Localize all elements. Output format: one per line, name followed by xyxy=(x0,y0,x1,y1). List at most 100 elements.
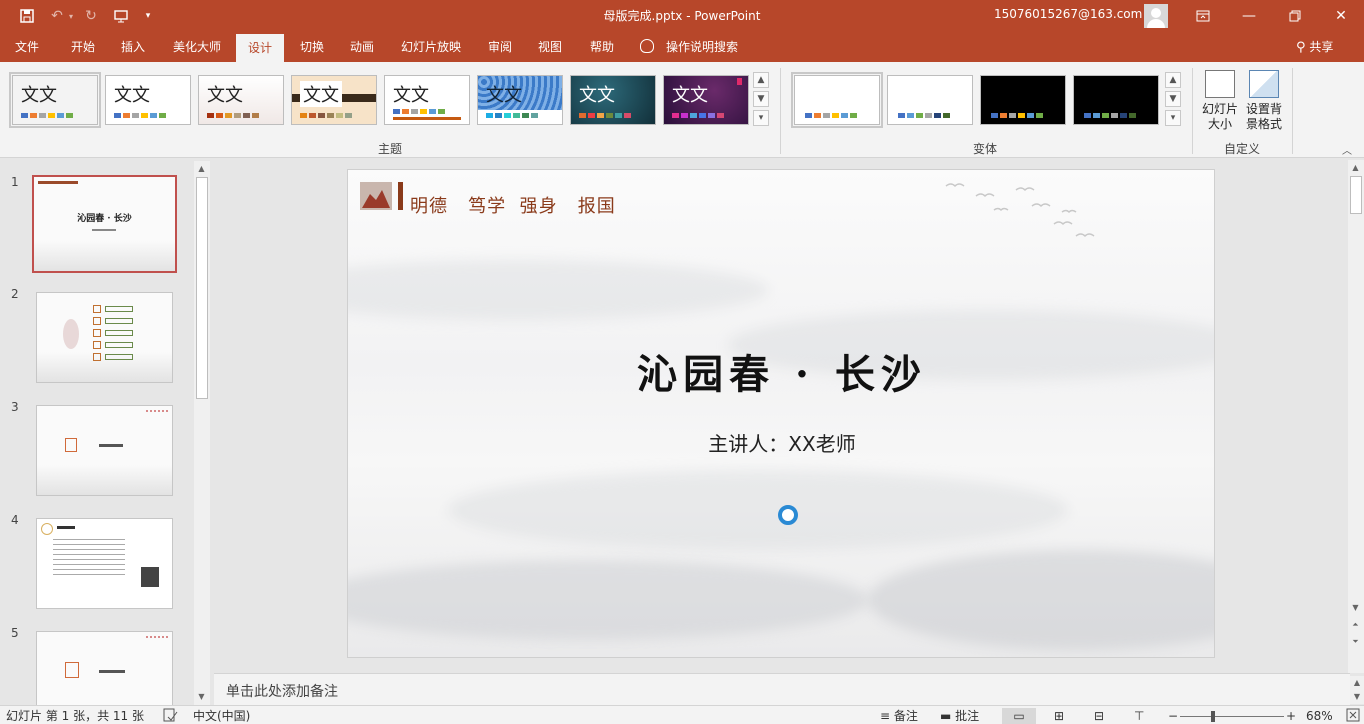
normal-view-button[interactable]: ▭ xyxy=(1002,708,1036,724)
tell-me-label: 操作说明搜索 xyxy=(666,40,739,54)
language[interactable]: 中文(中国) xyxy=(193,708,250,724)
tab-beautify-master[interactable]: 美化大师 xyxy=(164,32,230,62)
ribbon-design: 文文 文文 文文 文文 文文 文文 文文 文文 ▲ ▼ ▾ 主题 ▲ ▼ ▾ 变… xyxy=(0,62,1364,158)
theme-sample-text: 文文 xyxy=(114,85,150,106)
theme-office[interactable]: 文文 xyxy=(9,72,101,128)
zoom-level[interactable]: 68% xyxy=(1306,708,1333,724)
slide-thumbnail-2[interactable] xyxy=(36,292,173,383)
editor-scroll-up-icon[interactable]: ▲ xyxy=(1348,160,1363,175)
variants-scroll-down-icon[interactable]: ▼ xyxy=(1165,91,1181,107)
variants-group-label: 变体 xyxy=(972,142,997,156)
close-icon[interactable]: ✕ xyxy=(1318,0,1364,32)
tab-file[interactable]: 文件 xyxy=(4,32,50,62)
normal-view-icon: ▭ xyxy=(1013,709,1025,723)
slide-thumbnail-4[interactable] xyxy=(36,518,173,609)
tab-animations[interactable]: 动画 xyxy=(340,32,384,62)
tab-transitions[interactable]: 切换 xyxy=(290,32,334,62)
theme-7[interactable]: 文文 xyxy=(570,75,656,125)
tab-slideshow[interactable]: 幻灯片放映 xyxy=(394,32,468,62)
thumbnail-title: 沁园春 · 长沙 xyxy=(77,214,132,224)
reading-view-button[interactable]: ⊟ xyxy=(1094,708,1104,724)
editor-scrollbar[interactable] xyxy=(1348,160,1364,673)
theme-4[interactable]: 文文 xyxy=(291,75,377,125)
variants-more-icon[interactable]: ▾ xyxy=(1165,110,1181,126)
themes-more-icon[interactable]: ▾ xyxy=(753,110,769,126)
slide-thumbnail-1[interactable]: 沁园春 · 长沙 xyxy=(32,175,177,273)
account-name[interactable]: 15076015267@163.com xyxy=(994,7,1142,21)
zoom-out-button[interactable]: − xyxy=(1168,708,1178,724)
collapse-ribbon-icon[interactable]: ︿ xyxy=(1342,142,1352,157)
slide-sorter-icon: ⊞ xyxy=(1054,709,1065,723)
theme-sample-text: 文文 xyxy=(579,85,615,106)
comments-label: 批注 xyxy=(955,709,980,723)
variant-3[interactable] xyxy=(980,75,1066,125)
share-label: 共享 xyxy=(1309,40,1334,54)
theme-8[interactable]: 文文 xyxy=(663,75,749,125)
slide-sorter-button[interactable]: ⊞ xyxy=(1054,708,1064,724)
current-slide[interactable]: 明德 笃学 强身 报国 沁园春 · 长沙 主讲人：XX老师 xyxy=(347,169,1215,658)
restore-icon[interactable] xyxy=(1272,0,1318,32)
ribbon-display-options-icon[interactable] xyxy=(1180,0,1226,32)
slideshow-view-button[interactable]: ⊤ xyxy=(1134,708,1144,724)
school-motto: 明德 笃学 强身 报国 xyxy=(410,196,616,217)
tab-design[interactable]: 设计 xyxy=(236,34,284,62)
editor-scroll-down-icon[interactable]: ▼ xyxy=(1348,600,1363,615)
notes-scroll-icon[interactable]: ▲ ▼ xyxy=(1350,676,1364,704)
zoom-slider[interactable] xyxy=(1180,716,1284,717)
slide-number: 1 xyxy=(11,175,19,189)
slide-size-button[interactable]: 幻灯片大小 xyxy=(1198,70,1242,132)
share-button[interactable]: ⚲ 共享 xyxy=(1296,32,1333,62)
previous-slide-icon[interactable]: ⏶ xyxy=(1348,617,1363,632)
zoom-slider-thumb[interactable] xyxy=(1211,711,1215,722)
slide-number: 2 xyxy=(11,287,19,301)
format-background-label: 设置背景格式 xyxy=(1245,102,1282,131)
theme-2[interactable]: 文文 xyxy=(105,75,191,125)
variant-4[interactable] xyxy=(1073,75,1159,125)
slideshow-icon: ⊤ xyxy=(1134,709,1145,723)
tab-view[interactable]: 视图 xyxy=(528,32,572,62)
theme-sample-text: 文文 xyxy=(486,85,522,106)
thumbnails-scroll-up-icon[interactable]: ▲ xyxy=(194,161,209,176)
reading-view-icon: ⊟ xyxy=(1094,709,1105,723)
tell-me-search[interactable]: 操作说明搜索 xyxy=(640,32,738,62)
comments-button[interactable]: ▬ 批注 xyxy=(940,708,979,724)
format-background-icon xyxy=(1249,70,1279,98)
slide-size-label: 幻灯片大小 xyxy=(1201,102,1238,131)
notes-pane[interactable]: 单击此处添加备注 xyxy=(214,673,1350,705)
slide-title[interactable]: 沁园春 · 长沙 xyxy=(348,342,1214,400)
tab-insert[interactable]: 插入 xyxy=(110,32,156,62)
theme-sample-text: 文文 xyxy=(300,81,342,107)
minimize-icon[interactable]: — xyxy=(1226,0,1272,32)
variants-scroll-up-icon[interactable]: ▲ xyxy=(1165,72,1181,88)
person-icon: ⚲ xyxy=(1296,40,1306,55)
fit-slide-icon[interactable] xyxy=(1346,708,1360,724)
thumbnails-scroll-down-icon[interactable]: ▼ xyxy=(194,689,209,704)
slide-subtitle[interactable]: 主讲人：XX老师 xyxy=(348,428,1214,457)
title-bar: ↶ ▾ ↻ ▾ 母版完成.pptx - PowerPoint 150760152… xyxy=(0,0,1364,32)
editor-scroll-thumb[interactable] xyxy=(1350,176,1362,214)
tab-help[interactable]: 帮助 xyxy=(580,32,624,62)
tab-review[interactable]: 审阅 xyxy=(478,32,522,62)
theme-sample-text: 文文 xyxy=(21,85,57,106)
theme-3[interactable]: 文文 xyxy=(198,75,284,125)
slide-size-icon xyxy=(1205,70,1235,98)
customize-group-label: 自定义 xyxy=(1223,142,1260,156)
theme-6[interactable]: 文文 xyxy=(477,75,563,125)
comment-icon: ▬ xyxy=(940,709,952,723)
variant-1[interactable] xyxy=(791,72,883,128)
notes-toggle-button[interactable]: ≡ 备注 xyxy=(880,708,918,724)
zoom-in-button[interactable]: + xyxy=(1286,708,1296,724)
spell-check-icon[interactable] xyxy=(162,708,178,724)
themes-scroll-down-icon[interactable]: ▼ xyxy=(753,91,769,107)
theme-5[interactable]: 文文 xyxy=(384,75,470,125)
slide-thumbnail-3[interactable] xyxy=(36,405,173,496)
next-slide-icon[interactable]: ⏷ xyxy=(1348,634,1363,649)
thumbnails-scroll-thumb[interactable] xyxy=(196,177,208,399)
variant-2[interactable] xyxy=(887,75,973,125)
slide-thumbnail-5[interactable] xyxy=(36,631,173,711)
avatar[interactable] xyxy=(1144,4,1168,28)
themes-scroll-up-icon[interactable]: ▲ xyxy=(753,72,769,88)
format-background-button[interactable]: 设置背景格式 xyxy=(1242,70,1286,132)
tab-home[interactable]: 开始 xyxy=(58,32,108,62)
status-bar: 幻灯片 第 1 张，共 11 张 中文(中国) ≡ 备注 ▬ 批注 ▭ ⊞ ⊟ … xyxy=(0,705,1364,724)
